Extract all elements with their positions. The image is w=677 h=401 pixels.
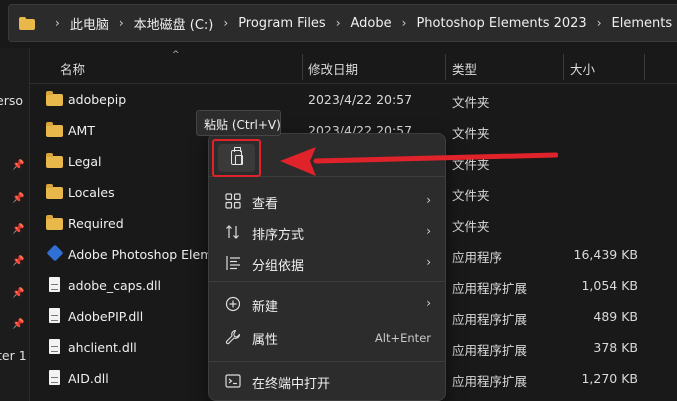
menu-item-label: 排序方式	[252, 228, 305, 243]
folder-icon	[46, 184, 64, 200]
dll-file-icon	[46, 339, 64, 355]
folder-icon	[46, 122, 64, 138]
group-icon	[225, 255, 241, 271]
folder-icon	[46, 215, 64, 231]
breadcrumb-this-pc[interactable]: 此电脑	[70, 14, 109, 33]
breadcrumb-elements-home[interactable]: Elements Home	[612, 16, 677, 31]
folder-icon	[46, 153, 64, 169]
column-resizer[interactable]	[644, 54, 645, 80]
folder-icon	[46, 91, 64, 107]
menu-separator	[209, 361, 445, 362]
file-type: 应用程序扩展	[452, 374, 528, 389]
file-name: Legal	[68, 154, 102, 169]
menu-separator	[209, 281, 445, 282]
dll-file-icon	[46, 308, 64, 324]
paste-button[interactable]	[212, 139, 261, 177]
list-item[interactable]: adobepip 2023/4/22 20:57 文件夹	[30, 84, 677, 115]
file-name: Locales	[68, 185, 115, 200]
file-type: 应用程序	[452, 250, 503, 265]
chevron-right-icon: ›	[426, 296, 431, 310]
menu-item-group-by[interactable]: 分组依据 ›	[209, 248, 445, 279]
menu-item-label: 分组依据	[252, 259, 305, 274]
column-type[interactable]: 类型	[452, 59, 477, 78]
breadcrumb-separator-icon[interactable]: ›	[55, 16, 60, 30]
file-date: 2023/4/22 20:57	[308, 92, 413, 107]
pin-icon[interactable]: 📌	[12, 319, 24, 331]
file-type: 应用程序扩展	[452, 343, 528, 358]
annotation-arrow-icon	[280, 147, 558, 176]
menu-item-shortcut: Alt+Enter	[374, 331, 431, 345]
file-name: AdobePIP.dll	[68, 309, 144, 324]
paste-button-hover	[218, 144, 255, 172]
dll-file-icon	[46, 277, 64, 293]
menu-item-label: 新建	[252, 300, 279, 315]
address-bar[interactable]: › 此电脑 › 本地磁盘 (C:) › Program Files › Adob…	[8, 4, 677, 42]
navigation-pane: erso 📌 📌 📌 📌 📌 📌 ter 1	[0, 48, 30, 401]
file-type: 应用程序扩展	[452, 312, 528, 327]
menu-item-label: 查看	[252, 197, 279, 212]
file-type: 应用程序扩展	[452, 281, 528, 296]
file-size: 1,270 KB	[581, 371, 638, 386]
breadcrumb-local-disk[interactable]: 本地磁盘 (C:)	[134, 14, 214, 33]
menu-item-view[interactable]: 查看 ›	[209, 186, 445, 217]
menu-item-open-in-terminal[interactable]: 在终端中打开	[209, 366, 445, 397]
pin-icon[interactable]: 📌	[12, 224, 24, 236]
paste-tooltip: 粘贴 (Ctrl+V)	[196, 110, 281, 136]
breadcrumb-separator-icon[interactable]: ›	[597, 16, 602, 30]
breadcrumb-separator-icon[interactable]: ›	[336, 16, 341, 30]
file-name: Required	[68, 216, 124, 231]
file-name: Adobe Photoshop Eleme	[68, 247, 221, 262]
pin-icon[interactable]: 📌	[12, 256, 24, 268]
column-date[interactable]: 修改日期	[308, 59, 358, 78]
menu-item-label: 在终端中打开	[252, 377, 331, 392]
grid-icon	[225, 193, 241, 209]
menu-item-properties[interactable]: 属性 Alt+Enter	[209, 322, 445, 353]
file-type: 文件夹	[452, 219, 490, 234]
column-size[interactable]: 大小	[570, 59, 595, 78]
terminal-icon	[225, 373, 241, 389]
chevron-right-icon: ›	[426, 255, 431, 269]
file-name: adobepip	[68, 92, 127, 107]
file-name: AID.dll	[68, 371, 109, 386]
file-size: 378 KB	[593, 340, 638, 355]
menu-item-label: 属性	[252, 333, 279, 348]
sort-icon	[225, 224, 241, 240]
file-type: 文件夹	[452, 188, 490, 203]
folder-icon	[19, 16, 35, 30]
nav-item-partial[interactable]: ter 1	[0, 348, 27, 363]
menu-item-new[interactable]: 新建 ›	[209, 289, 445, 320]
breadcrumb-separator-icon[interactable]: ›	[119, 16, 124, 30]
file-size: 1,054 KB	[581, 278, 638, 293]
breadcrumb-separator-icon[interactable]: ›	[402, 16, 407, 30]
menu-item-sort-by[interactable]: 排序方式 ›	[209, 217, 445, 248]
file-size: 489 KB	[593, 309, 638, 324]
file-size: 16,439 KB	[573, 247, 638, 262]
sort-ascending-icon: ^	[172, 50, 180, 60]
chevron-right-icon: ›	[426, 193, 431, 207]
clipboard-icon	[231, 147, 243, 165]
plus-circle-icon	[225, 296, 241, 312]
file-name: ahclient.dll	[68, 340, 137, 355]
file-name: AMT	[68, 123, 95, 138]
file-name: adobe_caps.dll	[68, 278, 161, 293]
wrench-icon	[225, 329, 241, 345]
chevron-right-icon: ›	[426, 224, 431, 238]
dll-file-icon	[46, 370, 64, 386]
pin-icon[interactable]: 📌	[12, 193, 24, 205]
breadcrumb-separator-icon[interactable]: ›	[223, 16, 228, 30]
nav-item-partial[interactable]: erso	[0, 93, 23, 108]
column-name[interactable]: 名称	[60, 59, 85, 78]
column-header: ^ 名称 修改日期 类型 大小	[30, 48, 677, 84]
breadcrumb-photoshop-elements[interactable]: Photoshop Elements 2023	[416, 16, 586, 31]
app-icon	[46, 244, 64, 262]
column-resizer[interactable]	[445, 54, 446, 80]
file-type: 文件夹	[452, 95, 490, 110]
breadcrumb-adobe[interactable]: Adobe	[351, 16, 392, 31]
breadcrumb-program-files[interactable]: Program Files	[238, 16, 326, 31]
column-resizer[interactable]	[563, 54, 564, 80]
column-resizer[interactable]	[302, 54, 303, 80]
pin-icon[interactable]: 📌	[12, 288, 24, 300]
pin-icon[interactable]: 📌	[12, 160, 24, 172]
